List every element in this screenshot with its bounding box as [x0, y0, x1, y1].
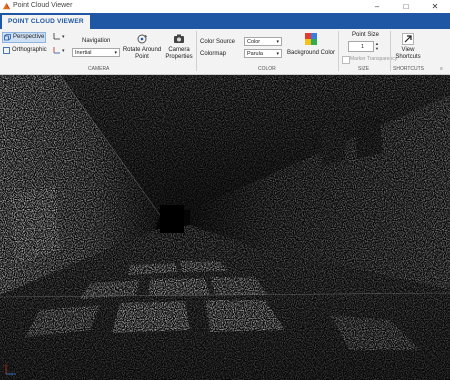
colormap-label: Colormap: [200, 51, 227, 57]
camera-icon: [174, 34, 184, 43]
point-size-stepper[interactable]: ▲ ▼: [375, 41, 381, 52]
navigation-label: Navigation: [82, 38, 111, 44]
group-divider: [338, 31, 339, 71]
point-cloud-viewport[interactable]: [0, 75, 450, 380]
camera-group-label: CAMERA: [88, 66, 110, 72]
view-shortcuts-label: View Shortcuts: [395, 47, 421, 60]
chevron-down-icon: ▾: [114, 50, 117, 56]
point-size-spinner[interactable]: 1: [348, 41, 374, 52]
chevron-down-icon: ▾: [276, 51, 279, 57]
minimize-button[interactable]: –: [364, 0, 390, 13]
navigation-dropdown[interactable]: Inertial ▾: [72, 48, 120, 57]
camera-properties-label: Camera Properties: [165, 47, 193, 60]
perspective-button[interactable]: Perspective: [2, 32, 46, 43]
orthographic-label: Orthographic: [12, 47, 47, 53]
group-divider: [196, 31, 197, 71]
color-source-dropdown[interactable]: Color ▾: [244, 37, 282, 46]
toolstrip: Perspective Orthographic ▾ ▾ Navigation: [0, 29, 450, 75]
axes-icon: ▾: [53, 33, 65, 40]
tab-strip: POINT CLOUD VIEWER: [0, 13, 450, 29]
rotate-around-point-icon: [137, 34, 148, 44]
arrow-up-right-icon: [402, 33, 414, 45]
colormap-dropdown[interactable]: Parula ▾: [244, 49, 282, 58]
chevron-down-icon: ▾: [276, 39, 279, 45]
color-source-label: Color Source: [200, 39, 236, 45]
perspective-icon: [4, 34, 11, 41]
background-color-label: Background Color: [286, 50, 336, 56]
tab-point-cloud-viewer[interactable]: POINT CLOUD VIEWER: [2, 15, 90, 29]
axes-arrow-icon: ▾: [53, 47, 65, 54]
group-divider: [390, 31, 391, 71]
svg-text:▾: ▾: [62, 48, 65, 54]
size-group-label: SIZE: [358, 66, 370, 72]
point-size-label: Point Size: [352, 32, 380, 38]
matlab-app-icon: [2, 2, 11, 10]
color-source-value: Color: [247, 39, 261, 45]
camera-properties-button[interactable]: Camera Properties: [163, 32, 195, 64]
maximize-button[interactable]: □: [393, 0, 419, 13]
axes-dropdown[interactable]: ▾: [52, 32, 66, 43]
marker-transparency-checkbox[interactable]: [342, 56, 350, 64]
point-size-value: 1: [361, 44, 365, 50]
orthographic-button[interactable]: Orthographic: [2, 46, 48, 55]
background-color-button[interactable]: Background Color: [286, 32, 336, 64]
point-cloud-render: [0, 75, 450, 380]
shortcuts-group-label: SHORTCUTS: [393, 66, 425, 72]
colormap-value: Parula: [247, 51, 263, 57]
title-bar: Point Cloud Viewer – □ ✕: [0, 0, 450, 13]
orthographic-icon: [3, 47, 10, 54]
window-title: Point Cloud Viewer: [13, 2, 73, 9]
svg-text:▾: ▾: [62, 34, 65, 40]
color-group-label: COLOR: [258, 66, 276, 72]
close-button[interactable]: ✕: [422, 0, 448, 13]
view-shortcuts-button[interactable]: View Shortcuts: [393, 32, 423, 64]
axes-direction-dropdown[interactable]: ▾: [52, 46, 66, 57]
perspective-label: Perspective: [13, 34, 45, 40]
rotate-around-point-label: Rotate Around Point: [122, 47, 162, 60]
rotate-around-point-button[interactable]: Rotate Around Point: [122, 32, 162, 64]
collapse-toolstrip-icon[interactable]: ≡: [440, 66, 443, 72]
app-window: Point Cloud Viewer – □ ✕ POINT CLOUD VIE…: [0, 0, 450, 380]
navigation-value: Inertial: [75, 50, 92, 56]
background-color-icon: [305, 33, 317, 45]
